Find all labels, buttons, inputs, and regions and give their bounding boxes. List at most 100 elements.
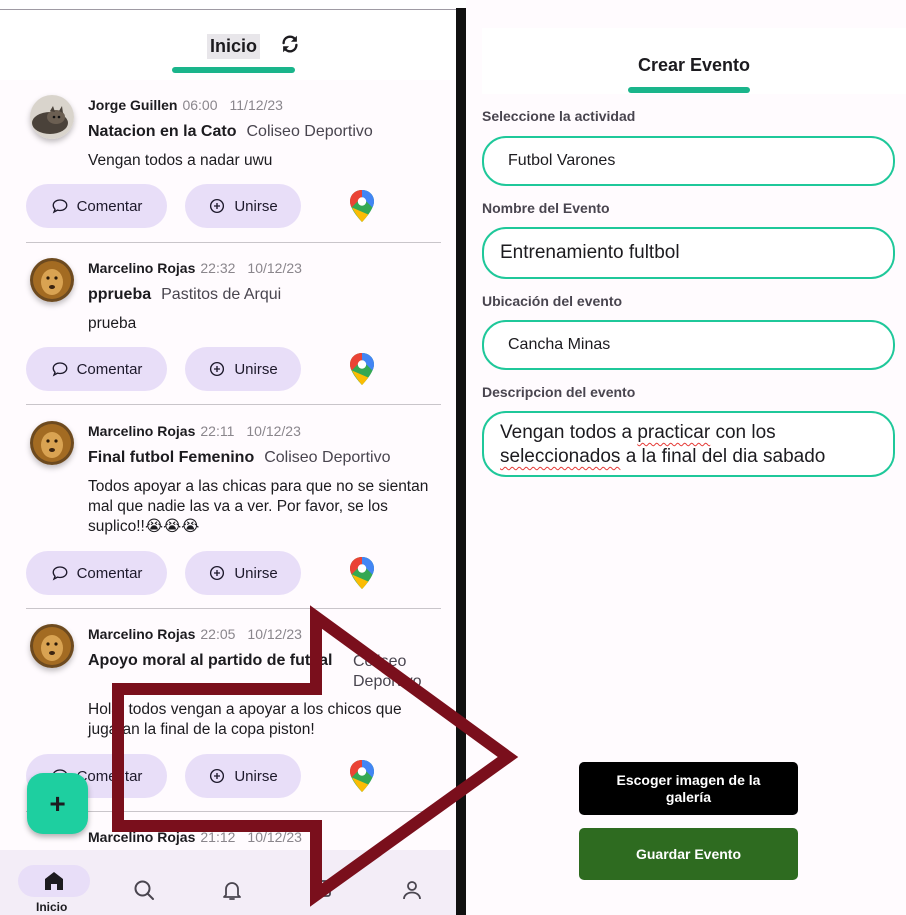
create-header: Crear Evento bbox=[482, 28, 906, 94]
post-title-line: Apoyo moral al partido de futsal Coliseo … bbox=[88, 652, 438, 692]
cat-avatar-icon bbox=[30, 95, 74, 139]
comment-button[interactable]: Comentar bbox=[26, 347, 167, 391]
post-location: Coliseo Deportivo bbox=[353, 653, 422, 690]
description-field[interactable]: Vengan todos a practicar con los seleccio… bbox=[482, 411, 895, 477]
refresh-icon[interactable] bbox=[279, 33, 301, 55]
author-name: Marcelino Rojas bbox=[88, 829, 196, 845]
post-time: 22:32 bbox=[200, 260, 236, 276]
add-circle-icon bbox=[210, 565, 225, 581]
tab-indicator bbox=[172, 67, 295, 73]
map-pin-icon[interactable] bbox=[348, 759, 376, 793]
post-date: 10/12/23 bbox=[247, 260, 302, 276]
lion-avatar-icon bbox=[30, 624, 74, 668]
post-time: 21:12 bbox=[200, 829, 236, 845]
tab-indicator bbox=[628, 87, 750, 93]
location-field[interactable]: Cancha Minas bbox=[482, 320, 895, 370]
post-date: 10/12/23 bbox=[247, 829, 302, 845]
author-name: Marcelino Rojas bbox=[88, 626, 196, 642]
feed-screen: Inicio Jorge Guillen 06:00 11/12/23 Nataci… bbox=[0, 0, 456, 915]
nav-item-home[interactable]: Inicio bbox=[0, 850, 108, 915]
divider bbox=[26, 811, 441, 812]
map-pin-icon[interactable] bbox=[348, 352, 376, 386]
join-button[interactable]: Unirse bbox=[185, 184, 301, 228]
activity-value: Futbol Varones bbox=[508, 152, 616, 169]
page-title[interactable]: Inicio bbox=[207, 34, 261, 59]
join-label: Unirse bbox=[234, 360, 278, 378]
lion-avatar-icon bbox=[30, 421, 74, 465]
post-time: 22:11 bbox=[200, 423, 235, 439]
activity-select[interactable]: Futbol Varones bbox=[482, 136, 895, 186]
comment-label: Comentar bbox=[76, 197, 143, 215]
map-pin-icon[interactable] bbox=[348, 189, 376, 223]
save-event-button[interactable]: Guardar Evento bbox=[579, 828, 798, 880]
event-name-label: Nombre del Evento bbox=[482, 200, 610, 216]
location-value: Cancha Minas bbox=[508, 336, 611, 353]
join-label: Unirse bbox=[234, 564, 278, 582]
comment-label: Comentar bbox=[76, 360, 143, 378]
divider bbox=[26, 404, 441, 405]
post-title: Final futbol Femenino bbox=[88, 449, 255, 466]
post-title-line: Final futbol Femenino Coliseo Deportivo bbox=[88, 449, 391, 467]
chat-bubble-icon bbox=[52, 199, 67, 214]
post-date: 11/12/23 bbox=[229, 97, 283, 113]
post-title-line: Natacion en la Cato Coliseo Deportivo bbox=[88, 123, 373, 141]
post-body: Hola, todos vengan a apoyar a los chicos… bbox=[88, 701, 402, 738]
post-location: Coliseo Deportivo bbox=[246, 123, 373, 140]
post-date: 10/12/23 bbox=[247, 626, 302, 642]
add-circle-icon bbox=[210, 198, 225, 214]
choose-image-button[interactable]: Escoger imagen de la galería bbox=[579, 762, 798, 815]
post-title: pprueba bbox=[88, 286, 152, 303]
desc-text-misspelled: seleccionados bbox=[500, 446, 621, 467]
home-icon bbox=[45, 872, 63, 890]
desc-text: con los bbox=[710, 422, 776, 443]
join-button[interactable]: Unirse bbox=[185, 347, 301, 391]
nav-item-profile[interactable] bbox=[376, 850, 448, 915]
location-label: Ubicación del evento bbox=[482, 293, 623, 309]
nav-home-label: Inicio bbox=[36, 900, 68, 914]
add-post-button[interactable]: + bbox=[27, 773, 88, 834]
avatar bbox=[30, 421, 74, 465]
desc-text: Vengan todos a bbox=[500, 422, 638, 443]
desc-text: a la final del dia sabado bbox=[620, 446, 826, 467]
add-circle-icon bbox=[210, 361, 225, 377]
screen-divider bbox=[456, 8, 466, 915]
post-author: Marcelino Rojas 22:32 10/12/23 bbox=[88, 260, 302, 276]
avatar bbox=[30, 624, 74, 668]
post-time: 22:05 bbox=[200, 626, 236, 642]
author-name: Marcelino Rojas bbox=[88, 260, 196, 276]
bottom-nav: Inicio bbox=[0, 850, 456, 915]
post-title: Apoyo moral al partido de futsal bbox=[88, 652, 333, 669]
avatar bbox=[30, 95, 74, 139]
add-circle-icon bbox=[210, 768, 225, 784]
nav-item-search[interactable] bbox=[108, 850, 180, 915]
post-time: 06:00 bbox=[182, 97, 218, 113]
status-strip bbox=[0, 0, 456, 10]
event-name-field[interactable]: Entrenamiento fultbol bbox=[482, 227, 895, 279]
join-button[interactable]: Unirse bbox=[185, 754, 301, 798]
event-name-value: Entrenamiento fultbol bbox=[500, 242, 680, 263]
comment-button[interactable]: Comentar bbox=[26, 551, 167, 595]
map-pin-icon[interactable] bbox=[348, 556, 376, 590]
search-icon bbox=[134, 880, 154, 900]
lion-avatar-icon bbox=[30, 258, 74, 302]
author-name: Marcelino Rojas bbox=[88, 423, 196, 439]
join-label: Unirse bbox=[234, 197, 278, 215]
profile-icon bbox=[403, 881, 421, 900]
post-author: Marcelino Rojas 22:05 10/12/23 bbox=[88, 626, 302, 642]
activity-label: Seleccione la actividad bbox=[482, 108, 636, 124]
post-body: Todos apoyar a las chicas para que no se… bbox=[88, 478, 429, 535]
nav-item-notifications[interactable] bbox=[196, 850, 268, 915]
post-author: Marcelino Rojas 22:11 10/12/23 bbox=[88, 423, 301, 439]
avatar bbox=[30, 258, 74, 302]
post-author: Marcelino Rojas 21:12 10/12/23 bbox=[88, 829, 302, 845]
nav-item-calendar[interactable] bbox=[286, 850, 358, 915]
comment-button[interactable]: Comentar bbox=[26, 184, 167, 228]
divider bbox=[26, 608, 441, 609]
join-button[interactable]: Unirse bbox=[185, 551, 301, 595]
chat-bubble-icon bbox=[52, 566, 67, 581]
calendar-icon bbox=[313, 880, 331, 897]
post-location: Coliseo Deportivo bbox=[264, 449, 391, 466]
chat-bubble-icon bbox=[52, 362, 67, 377]
post-date: 10/12/23 bbox=[246, 423, 301, 439]
divider bbox=[26, 242, 441, 243]
